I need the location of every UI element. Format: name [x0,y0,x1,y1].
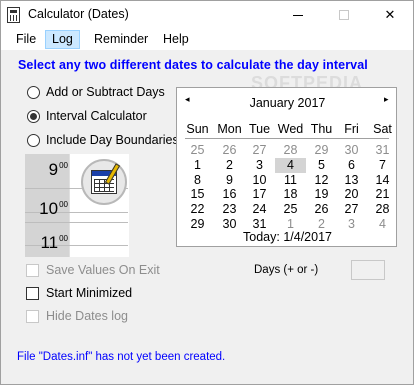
calendar-day[interactable]: 26 [214,143,245,158]
radio-dot-checked [27,109,40,123]
calendar-day[interactable]: 4 [275,157,306,173]
include-day-boundaries-label: Include Day Boundaries [46,133,179,147]
hide-dates-log-checkbox[interactable]: Hide Dates log [26,308,128,324]
calendar-day[interactable]: 24 [244,202,275,217]
start-minimized-checkbox[interactable]: Start Minimized [26,285,132,301]
calendar-day[interactable]: 25 [182,143,213,158]
calendar-day[interactable]: 25 [275,202,306,217]
include-day-boundaries-radio[interactable]: Include Day Boundaries [27,132,179,148]
calendar-day[interactable]: 1 [182,158,213,173]
calendar-day[interactable]: 18 [275,187,306,202]
menu-reminder[interactable]: Reminder [87,30,155,49]
calendar-day[interactable]: 12 [306,173,337,188]
day-of-week-fri: Fri [344,122,359,136]
save-values-on-exit-checkbox[interactable]: Save Values On Exit [26,262,160,278]
add-subtract-days-label: Add or Subtract Days [46,85,165,99]
day-of-week-sat: Sat [373,122,392,136]
window-title: Calculator (Dates) [28,7,129,21]
month-calendar[interactable]: ◂ ▸ January 2017 Sun Mon Tue Wed Thu Fri Sat 2… [176,87,397,247]
calendar-day[interactable]: 9 [214,173,245,188]
close-icon: ✕ [384,7,396,22]
calendar-day[interactable]: 26 [306,202,337,217]
status-message: File "Dates.inf" has not yet been create… [17,351,226,363]
calendar-day[interactable]: 31 [367,143,398,158]
radio-dot [27,133,40,147]
minimize-button[interactable] [275,1,321,29]
calendar-day[interactable]: 28 [275,143,306,158]
calendar-day[interactable]: 15 [182,187,213,202]
calendar-day[interactable]: 16 [214,187,245,202]
menu-log[interactable]: Log [45,30,80,49]
instruction-headline: Select any two different dates to calcul… [18,58,368,72]
calendar-day[interactable]: 23 [214,202,245,217]
calendar-day[interactable]: 19 [306,187,337,202]
calculator-app-icon [7,7,20,23]
day-of-week-mon: Mon [217,122,242,136]
maximize-icon [339,10,349,20]
calculator-dates-window: Calculator (Dates) ✕ File Log Reminder H… [0,0,414,385]
save-values-on-exit-label: Save Values On Exit [46,263,160,277]
menu-help[interactable]: Help [156,30,196,49]
calendar-day[interactable]: 21 [367,187,398,202]
time-divider [25,222,128,223]
calendar-day[interactable]: 3 [244,158,275,173]
close-button[interactable]: ✕ [367,1,413,29]
hide-dates-log-label: Hide Dates log [46,309,128,323]
calendar-day[interactable]: 29 [306,143,337,158]
calendar-day[interactable]: 20 [336,187,367,202]
menu-bar: File Log Reminder Help [1,29,413,50]
calendar-day[interactable]: 6 [336,158,367,173]
calendar-divider [185,138,389,139]
calendar-day[interactable]: 11 [275,173,306,188]
calendar-day[interactable]: 10 [244,173,275,188]
checkbox-box [26,309,39,323]
title-bar[interactable]: Calculator (Dates) ✕ [1,1,413,29]
calendar-day[interactable]: 28 [367,202,398,217]
add-subtract-days-radio[interactable]: Add or Subtract Days [27,84,165,100]
today-link[interactable]: Today: 1/4/2017 [177,230,398,244]
day-of-week-wed: Wed [277,122,304,136]
calendar-edit-icon[interactable] [81,159,127,205]
calendar-day[interactable]: 2 [214,158,245,173]
calendar-day[interactable]: 7 [367,158,398,173]
start-minimized-label: Start Minimized [46,286,133,300]
checkbox-box [26,263,39,277]
day-of-week-thu: Thu [310,122,333,136]
calendar-day[interactable]: 8 [182,173,213,188]
calendar-day[interactable]: 5 [306,158,337,173]
calendar-day[interactable]: 30 [336,143,367,158]
time-label-10: 1000 [39,199,68,218]
calendar-day[interactable]: 27 [336,202,367,217]
radio-dot [27,85,40,99]
days-result-field[interactable] [351,260,385,280]
calendar-day[interactable]: 17 [244,187,275,202]
time-label-11: 1100 [40,233,68,252]
maximize-button[interactable] [321,1,367,29]
days-result-label: Days (+ or -) [254,264,319,276]
calendar-day[interactable]: 14 [367,173,398,188]
calendar-month-title[interactable]: January 2017 [177,96,398,110]
minimize-icon [293,14,303,16]
calendar-day[interactable]: 13 [336,173,367,188]
menu-file[interactable]: File [9,30,43,49]
calendar-day[interactable]: 22 [182,202,213,217]
checkbox-box [26,286,39,300]
day-of-week-tue: Tue [248,122,271,136]
time-label-9: 900 [48,160,68,179]
interval-calculator-label: Interval Calculator [46,109,147,123]
day-of-week-sun: Sun [186,122,209,136]
calendar-day[interactable]: 27 [244,143,275,158]
interval-calculator-radio[interactable]: Interval Calculator [27,108,147,124]
